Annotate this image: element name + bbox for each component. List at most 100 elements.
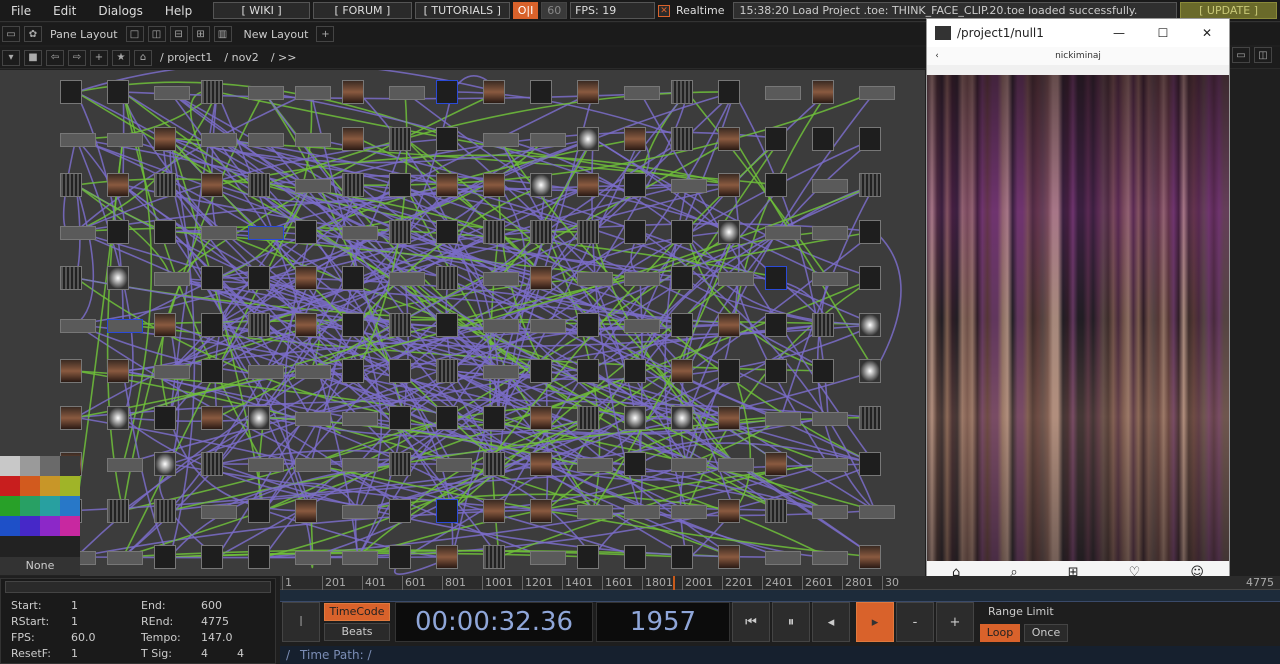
operator-node[interactable] (573, 499, 619, 535)
operator-node[interactable] (103, 545, 149, 576)
operator-node[interactable] (291, 312, 337, 349)
operator-node[interactable] (808, 452, 854, 488)
operator-node[interactable] (150, 545, 196, 576)
operator-node[interactable] (620, 405, 666, 442)
operator-node[interactable] (244, 220, 290, 256)
operator-node[interactable] (244, 266, 290, 302)
operator-node[interactable] (573, 545, 619, 576)
frame-display[interactable]: 1957 (596, 602, 730, 642)
playhead[interactable] (673, 576, 676, 590)
operator-node[interactable] (432, 545, 478, 576)
operator-node[interactable] (197, 312, 243, 349)
operator-node[interactable] (103, 498, 149, 535)
range-bar[interactable] (280, 590, 1280, 602)
rend-value[interactable]: 4775 (201, 615, 229, 628)
tsig-denominator[interactable]: 4 (237, 647, 244, 660)
add-layout-icon[interactable]: + (316, 26, 335, 42)
operator-node[interactable] (385, 126, 431, 163)
operator-node[interactable] (714, 266, 760, 302)
operator-node[interactable] (808, 220, 854, 256)
operator-node[interactable] (620, 499, 666, 535)
timeline-ruler[interactable]: 1 201 401 601 801 1001 1201 1401 1601 1801 2001 220… (280, 576, 1280, 590)
operator-node[interactable] (244, 452, 290, 488)
menu-edit[interactable]: Edit (42, 4, 87, 18)
operator-node[interactable] (432, 80, 478, 116)
operator-node[interactable] (432, 266, 478, 302)
operator-node[interactable] (244, 545, 290, 576)
operator-node[interactable] (197, 499, 243, 535)
operator-node[interactable] (385, 312, 431, 349)
tutorials-button[interactable]: [ TUTORIALS ] (414, 2, 510, 19)
operator-node[interactable] (620, 359, 666, 395)
operator-node[interactable] (291, 127, 337, 163)
minimize-icon[interactable]: — (1097, 26, 1141, 40)
operator-node[interactable] (620, 173, 666, 209)
layout-split-h-icon[interactable]: ◫ (147, 26, 166, 42)
layout-split-v-icon[interactable]: ⊟ (169, 26, 188, 42)
layout-triple-icon[interactable]: ▥ (213, 26, 232, 42)
operator-node[interactable] (150, 173, 196, 209)
close-icon[interactable]: ✕ (1185, 26, 1229, 40)
operator-node[interactable] (714, 359, 760, 395)
operator-node[interactable] (855, 173, 901, 209)
operator-node[interactable] (479, 545, 525, 576)
operator-node[interactable] (56, 405, 102, 442)
operator-node[interactable] (338, 359, 384, 395)
operator-node[interactable] (385, 452, 431, 488)
operator-node[interactable] (479, 498, 525, 535)
operator-node[interactable] (244, 173, 290, 209)
operator-node[interactable] (573, 80, 619, 116)
operator-node[interactable] (808, 545, 854, 576)
operator-node[interactable] (526, 127, 572, 163)
operator-node[interactable] (855, 312, 901, 349)
operator-node[interactable] (432, 173, 478, 209)
end-value[interactable]: 600 (201, 599, 222, 612)
operator-node[interactable] (103, 219, 149, 256)
operator-node[interactable] (667, 359, 713, 395)
operator-node[interactable] (479, 266, 525, 302)
play-icon[interactable]: ▸ (856, 602, 894, 642)
operator-node[interactable] (620, 126, 666, 163)
operator-node[interactable] (667, 126, 713, 163)
color-swatch[interactable] (0, 496, 20, 516)
palette-icon[interactable]: ✿ (24, 26, 42, 42)
operator-node[interactable] (103, 359, 149, 395)
operator-node[interactable] (855, 452, 901, 488)
operator-node[interactable] (479, 313, 525, 349)
operator-node[interactable] (667, 80, 713, 116)
maximize-pane-icon[interactable]: ▭ (1232, 47, 1250, 63)
operator-node[interactable] (479, 127, 525, 163)
operator-node[interactable] (714, 126, 760, 163)
operator-node[interactable] (526, 80, 572, 116)
operator-node[interactable] (761, 220, 807, 256)
operator-node[interactable] (150, 498, 196, 535)
path-crumb-more[interactable]: / >> (271, 51, 297, 64)
operator-node[interactable] (150, 452, 196, 488)
operator-node[interactable] (573, 312, 619, 349)
operator-node[interactable] (855, 266, 901, 302)
operator-node[interactable] (338, 312, 384, 349)
operator-node[interactable] (103, 173, 149, 209)
color-swatch[interactable] (40, 516, 60, 536)
operator-node[interactable] (103, 80, 149, 116)
operator-node[interactable] (338, 545, 384, 576)
operator-node[interactable] (808, 266, 854, 302)
operator-node[interactable] (291, 452, 337, 488)
operator-node[interactable] (667, 545, 713, 576)
operator-node[interactable] (197, 173, 243, 209)
operator-node[interactable] (761, 266, 807, 302)
operator-node[interactable] (667, 219, 713, 256)
operator-node[interactable] (103, 127, 149, 163)
operator-node[interactable] (573, 405, 619, 442)
operator-node[interactable] (244, 127, 290, 163)
menu-file[interactable]: File (0, 4, 42, 18)
operator-node[interactable] (855, 359, 901, 395)
operator-node[interactable] (479, 359, 525, 395)
layout-single-icon[interactable]: □ (125, 26, 144, 42)
operator-node[interactable] (761, 173, 807, 209)
operator-node[interactable] (385, 498, 431, 535)
operator-node[interactable] (855, 219, 901, 256)
operator-node[interactable] (338, 406, 384, 442)
start-value[interactable]: 1 (71, 599, 78, 612)
operator-node[interactable] (808, 126, 854, 163)
